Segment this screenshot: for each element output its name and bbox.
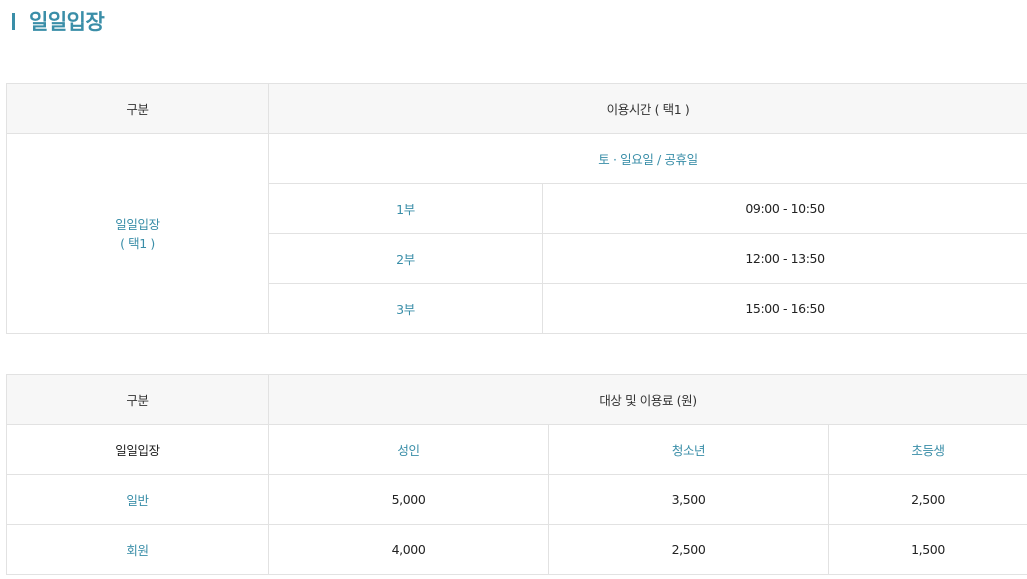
fee-adult: 4,000 [268,524,549,575]
schedule-day-label: 토 · 일요일 / 공휴일 [268,133,1027,184]
fee-subheader-row: 일일입장 성인 청소년 초등생 [6,424,1027,475]
table-row: 회원 4,000 2,500 1,500 [6,524,1027,575]
schedule-category-cell: 일일입장 ( 택1 ) [6,133,269,334]
fee-child: 2,500 [828,474,1027,525]
schedule-category-note: ( 택1 ) [120,235,155,251]
fee-header-fees: 대상 및 이용료 (원) [268,374,1027,425]
fee-child: 1,500 [828,524,1027,575]
fee-subheader-youth: 청소년 [548,424,829,475]
fee-subheader-adult: 성인 [268,424,549,475]
schedule-header-category: 구분 [6,83,269,134]
title-bar [12,13,15,30]
session-time: 09:00 - 10:50 [542,183,1027,234]
session-label: 3부 [268,283,543,334]
fee-row-label: 일반 [6,474,269,525]
session-label: 1부 [268,183,543,234]
table-row: 일반 5,000 3,500 2,500 [6,474,1027,525]
page-title-text: 일일입장 [29,10,105,34]
fee-header-category: 구분 [6,374,269,425]
fee-youth: 3,500 [548,474,829,525]
fee-subheader-child: 초등생 [828,424,1027,475]
schedule-header-hours: 이용시간 ( 택1 ) [268,83,1027,134]
fee-youth: 2,500 [548,524,829,575]
schedule-category-label: 일일입장 [115,216,160,232]
session-time: 15:00 - 16:50 [542,283,1027,334]
session-label: 2부 [268,233,543,284]
page-title: 일일입장 [12,8,105,36]
fee-adult: 5,000 [268,474,549,525]
fee-subheader-category: 일일입장 [6,424,269,475]
fee-table: 구분 대상 및 이용료 (원) 일일입장 성인 청소년 초등생 일반 5,000… [6,374,1027,575]
fee-header-row: 구분 대상 및 이용료 (원) [6,374,1027,425]
fee-row-label: 회원 [6,524,269,575]
session-time: 12:00 - 13:50 [542,233,1027,284]
schedule-table: 구분 이용시간 ( 택1 ) 일일입장 ( 택1 ) 토 · 일요일 / 공휴일… [6,83,1027,334]
schedule-header-row: 구분 이용시간 ( 택1 ) [6,83,1027,134]
schedule-day-row: 일일입장 ( 택1 ) 토 · 일요일 / 공휴일 [6,133,1027,334]
